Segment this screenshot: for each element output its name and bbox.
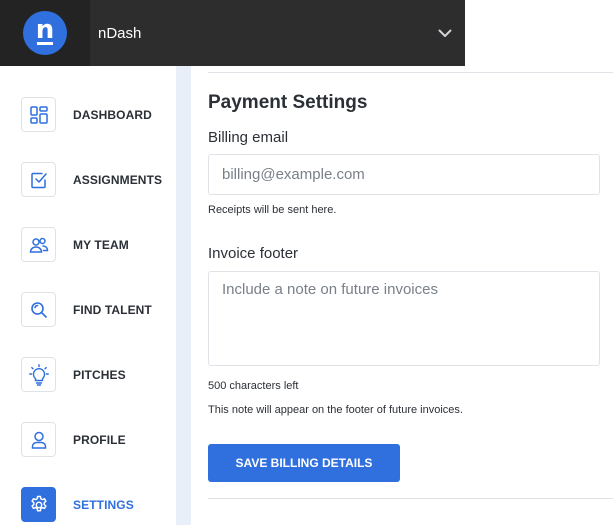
sidebar-item-assignments[interactable]: ASSIGNMENTS <box>0 147 176 212</box>
sidebar-item-dashboard[interactable]: DASHBOARD <box>0 82 176 147</box>
sidebar-item-settings[interactable]: SETTINGS <box>0 472 176 525</box>
sidebar-item-label: ASSIGNMENTS <box>73 172 163 187</box>
sidebar-item-label: PITCHES <box>73 367 126 382</box>
sidebar-item-label: SETTINGS <box>73 497 134 512</box>
ndash-logo[interactable]: n <box>23 11 67 55</box>
divider <box>208 498 613 499</box>
sidebar: DASHBOARD ASSIGNMENTS MY TEAM FIND TALEN… <box>0 66 176 525</box>
sidebar-item-find-talent[interactable]: FIND TALENT <box>0 277 176 342</box>
find-talent-icon-box <box>21 292 56 327</box>
top-bar: n nDash <box>0 0 465 66</box>
billing-email-help: Receipts will be sent here. <box>208 204 337 216</box>
sidebar-item-pitches[interactable]: PITCHES <box>0 342 176 407</box>
team-icon <box>29 237 48 253</box>
pitches-icon-box <box>21 357 56 392</box>
lightbulb-icon <box>28 363 49 386</box>
gear-icon <box>30 495 47 511</box>
profile-icon-box <box>21 422 56 457</box>
logo-container[interactable]: n <box>0 0 90 66</box>
checkbox-icon <box>30 172 47 188</box>
invoice-footer-label: Invoice footer <box>208 245 299 262</box>
chevron-down-icon <box>438 29 452 37</box>
character-count: 500 characters left <box>208 380 299 392</box>
logo-underline <box>37 42 53 45</box>
team-icon-box <box>21 227 56 262</box>
settings-icon-box <box>21 487 56 522</box>
billing-email-input[interactable] <box>208 154 600 195</box>
logo-letter: n <box>35 15 55 45</box>
assignments-icon-box <box>21 162 56 197</box>
user-icon <box>31 431 46 449</box>
sidebar-divider-rail <box>176 66 191 525</box>
account-name: nDash <box>98 24 142 42</box>
save-billing-details-button[interactable]: SAVE BILLING DETAILS <box>208 444 400 482</box>
invoice-footer-textarea[interactable] <box>208 271 600 366</box>
billing-email-label: Billing email <box>208 129 289 146</box>
sidebar-item-profile[interactable]: PROFILE <box>0 407 176 472</box>
search-icon <box>30 301 47 318</box>
dashboard-grid-icon <box>29 105 48 124</box>
sidebar-item-my-team[interactable]: MY TEAM <box>0 212 176 277</box>
dashboard-icon-box <box>21 97 56 132</box>
sidebar-item-label: PROFILE <box>73 432 126 447</box>
divider <box>208 72 613 73</box>
page-title: Payment Settings <box>208 92 368 113</box>
sidebar-item-label: DASHBOARD <box>73 107 152 122</box>
payment-settings-panel: Payment Settings Billing email Receipts … <box>191 66 613 525</box>
sidebar-item-label: MY TEAM <box>73 237 129 252</box>
sidebar-item-label: FIND TALENT <box>73 302 152 317</box>
invoice-footer-help: This note will appear on the footer of f… <box>208 404 463 416</box>
account-menu-toggle[interactable] <box>425 0 465 66</box>
